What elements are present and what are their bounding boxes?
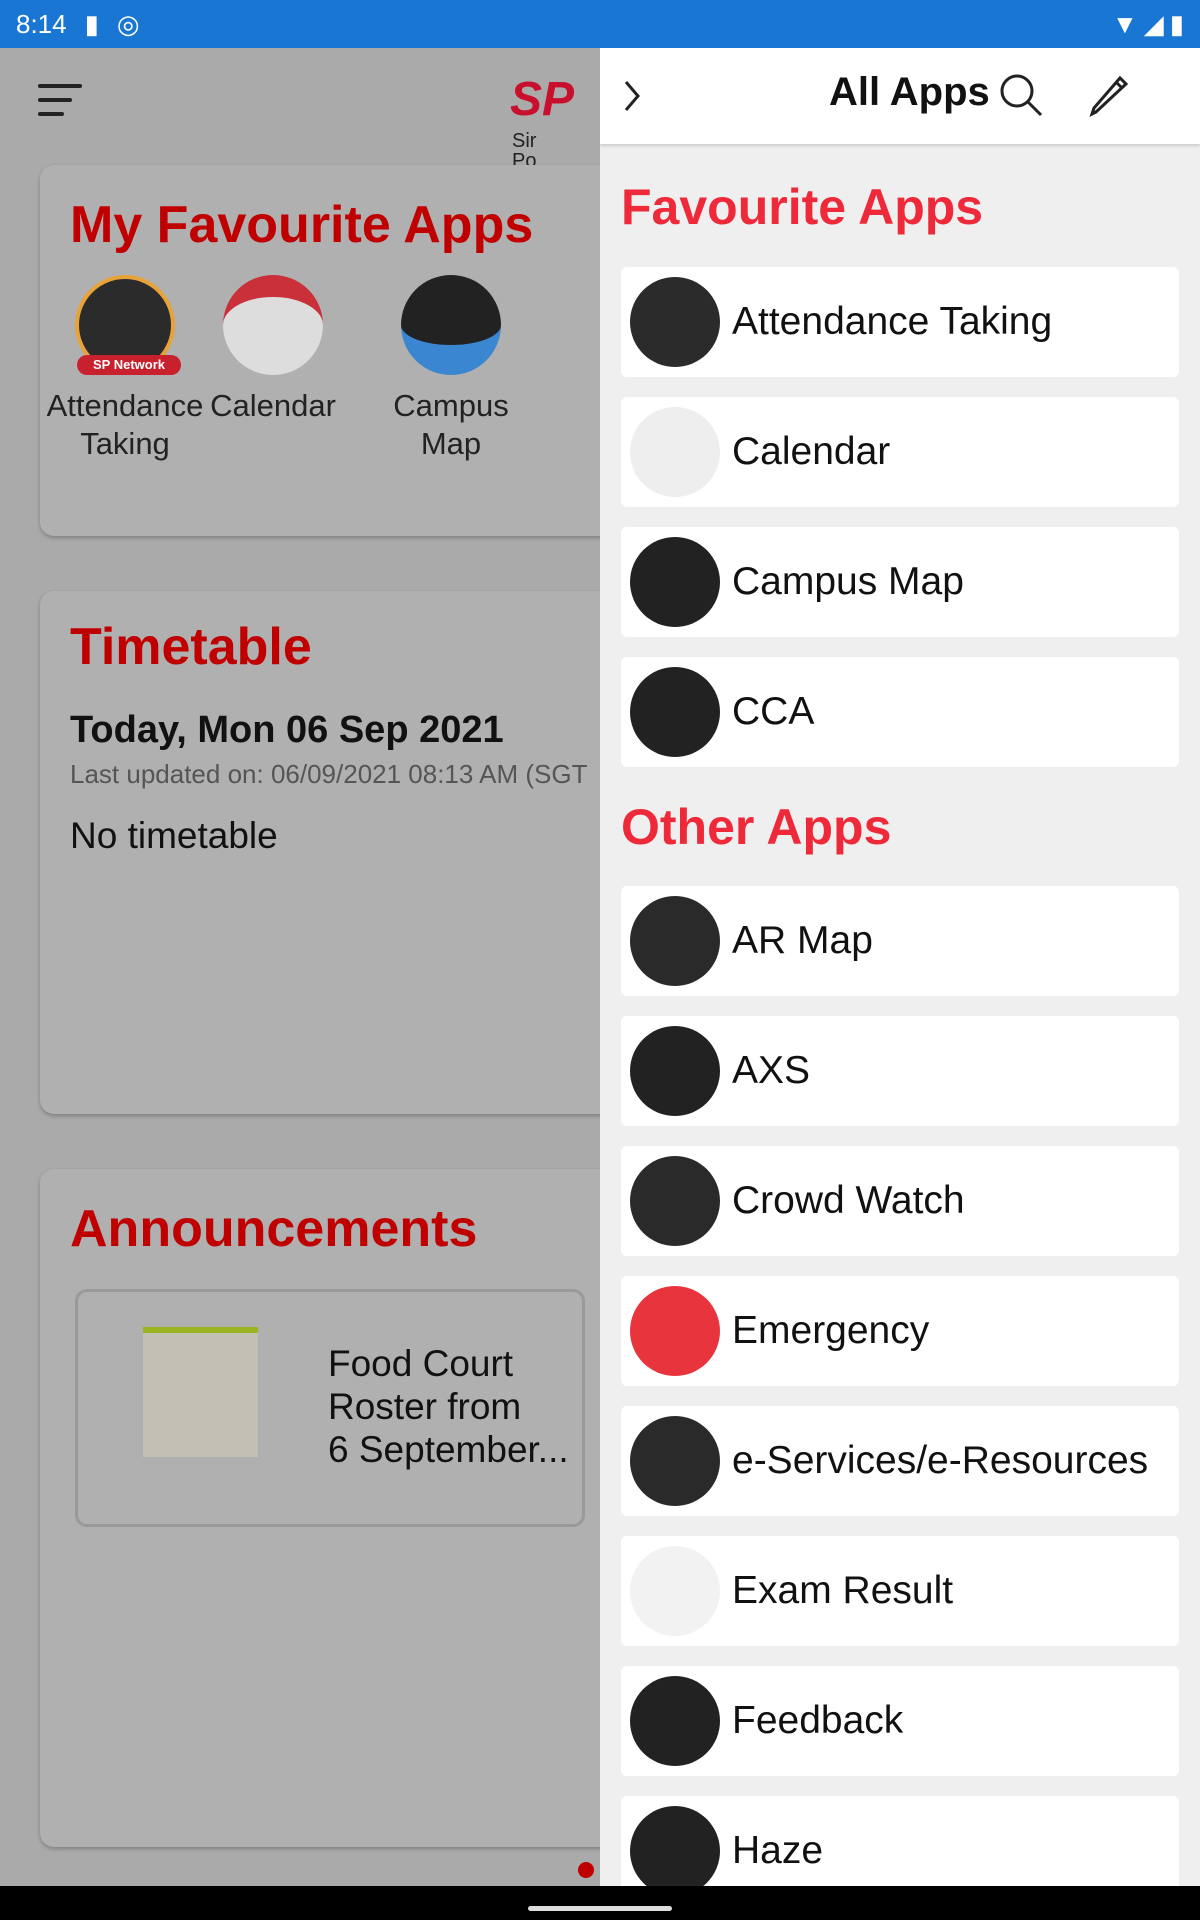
app-label: AR Map (732, 919, 873, 962)
crowd-icon (630, 1156, 720, 1246)
drawer-title: All Apps (829, 70, 990, 114)
app-label: CCA (732, 690, 815, 733)
edit-icon[interactable] (1088, 72, 1132, 118)
clock: 8:14 (16, 8, 67, 39)
announcement-title: Food Court Roster from 6 September... (328, 1343, 569, 1470)
battery-icon: ▮ (1169, 8, 1184, 39)
app-item-e-services-e-resources[interactable]: e-Services/e-Resources (621, 1406, 1179, 1516)
home-gesture-handle[interactable] (528, 1906, 672, 1911)
signal-icon: ◢ (1143, 8, 1164, 39)
app-label: e-Services/e-Resources (732, 1439, 1149, 1482)
menu-icon[interactable] (38, 84, 82, 126)
all-apps-drawer: All Apps Favourite Apps Attendance Takin… (600, 48, 1200, 1886)
app-item-campus-map[interactable]: Campus Map (621, 527, 1179, 637)
announcement-item[interactable]: Food Court Roster from 6 September... (75, 1289, 585, 1527)
card-title: My Favourite Apps (70, 196, 534, 254)
app-item-emergency[interactable]: Emergency (621, 1276, 1179, 1386)
haze-icon (630, 1806, 720, 1886)
home-screen: SPSir Po My Favourite Apps SP Network Atte… (0, 48, 600, 1886)
sd-card-icon: ▮ (84, 8, 99, 39)
app-label: Crowd Watch (732, 1179, 965, 1222)
app-label: Exam Result (732, 1569, 954, 1612)
logo-sub: Sir (512, 130, 537, 152)
page-indicator (578, 1862, 594, 1878)
app-label: Calendar (210, 388, 336, 423)
announcement-thumbnail (143, 1327, 258, 1457)
app-label: Emergency (732, 1309, 930, 1352)
app-item-ar-map[interactable]: AR Map (621, 886, 1179, 996)
app-label: Calendar (732, 430, 891, 473)
app-label: Feedback (732, 1699, 904, 1742)
app-item-feedback[interactable]: Feedback (621, 1666, 1179, 1776)
app-label: Attendance (46, 388, 204, 423)
app-item-attendance-taking[interactable]: Attendance Taking (621, 267, 1179, 377)
app-item-axs[interactable]: AXS (621, 1016, 1179, 1126)
app-label: Campus (393, 388, 509, 423)
app-label: Campus Map (732, 560, 964, 603)
logo-text: SP (510, 73, 575, 126)
app-label: AXS (732, 1049, 811, 1092)
app-item-haze[interactable]: Haze (621, 1796, 1179, 1886)
announcements-card: Announcements Food Court Roster from 6 Sep… (40, 1169, 600, 1847)
sp-network-badge: SP Network (77, 355, 181, 375)
ar-map-icon (630, 896, 720, 986)
app-item-cca[interactable]: CCA (621, 657, 1179, 767)
wifi-icon: ▼ (1111, 8, 1138, 39)
feedback-icon (630, 1676, 720, 1766)
app-label: Haze (732, 1829, 824, 1872)
medal-icon (630, 667, 720, 757)
timetable-date: Today, Mon 06 Sep 2021 (70, 709, 504, 751)
calendar-icon (630, 407, 720, 497)
app-item-exam-result[interactable]: Exam Result (621, 1536, 1179, 1646)
card-title: Timetable (70, 618, 312, 676)
status-bar: 8:14 ▮ ◎ ▼ ◢ ▮ (0, 0, 1200, 48)
navigation-bar (0, 1886, 1200, 1920)
app-label: Attendance Taking (732, 300, 1053, 343)
timetable-card: Timetable Today, Mon 06 Sep 2021 Last up… (40, 591, 600, 1114)
map-icon (401, 275, 501, 375)
favourite-apps-heading: Favourite Apps (621, 179, 984, 235)
drawer-header: All Apps (600, 48, 1200, 144)
search-icon[interactable] (998, 72, 1044, 118)
calendar-icon (223, 275, 323, 375)
exam-icon (630, 1546, 720, 1636)
fav-app-attendance[interactable]: SP Network Attendance Taking (40, 275, 210, 463)
fav-app-campus-map[interactable]: Campus Map (366, 275, 536, 463)
app-item-crowd-watch[interactable]: Crowd Watch (621, 1146, 1179, 1256)
emergency-icon (630, 1286, 720, 1376)
app-notification-icon: ◎ (116, 8, 140, 39)
timetable-empty: No timetable (70, 815, 278, 856)
app-label: Taking (80, 426, 170, 461)
last-updated: Last updated on: 06/09/2021 08:13 AM (SG… (70, 759, 588, 789)
eservices-icon (630, 1416, 720, 1506)
card-title: Announcements (70, 1200, 478, 1258)
axs-icon (630, 1026, 720, 1116)
fav-app-calendar[interactable]: Calendar (188, 275, 358, 425)
attendance-icon: SP Network (75, 275, 181, 375)
app-label: Map (420, 426, 482, 461)
map-icon (630, 537, 720, 627)
chevron-right-icon[interactable] (622, 78, 642, 114)
favourites-card: My Favourite Apps SP Network Attendance Ta… (40, 165, 600, 536)
attendance-icon (630, 277, 720, 367)
app-item-calendar[interactable]: Calendar (621, 397, 1179, 507)
other-apps-heading: Other Apps (621, 799, 892, 855)
